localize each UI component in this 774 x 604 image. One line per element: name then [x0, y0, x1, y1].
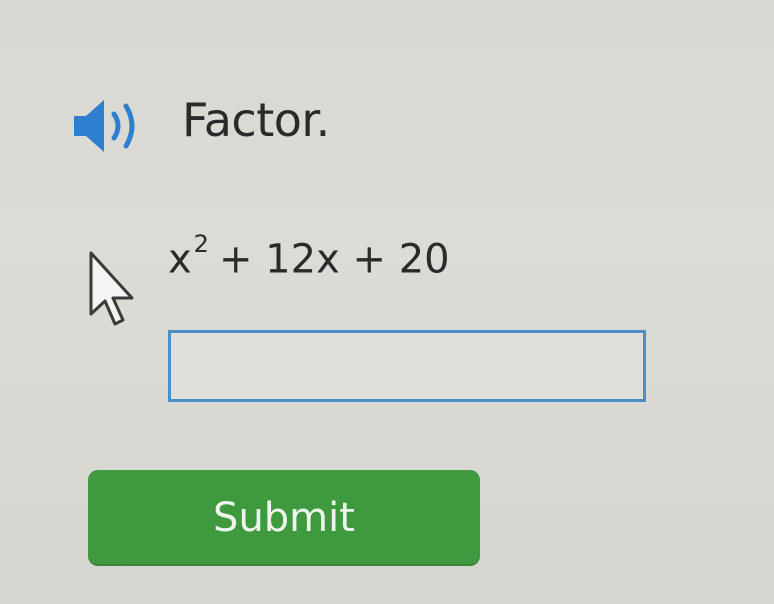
speaker-icon[interactable]	[70, 94, 160, 158]
answer-input[interactable]	[168, 330, 646, 402]
expression-exponent: 2	[193, 230, 209, 258]
mouse-pointer-icon	[88, 250, 138, 334]
submit-button[interactable]: Submit	[88, 470, 480, 566]
question-instruction: Factor.	[182, 93, 330, 147]
math-expression: x2 + 12x + 20	[168, 222, 450, 287]
expression-variable: x	[168, 236, 192, 283]
expression-rest: + 12x + 20	[218, 236, 450, 283]
